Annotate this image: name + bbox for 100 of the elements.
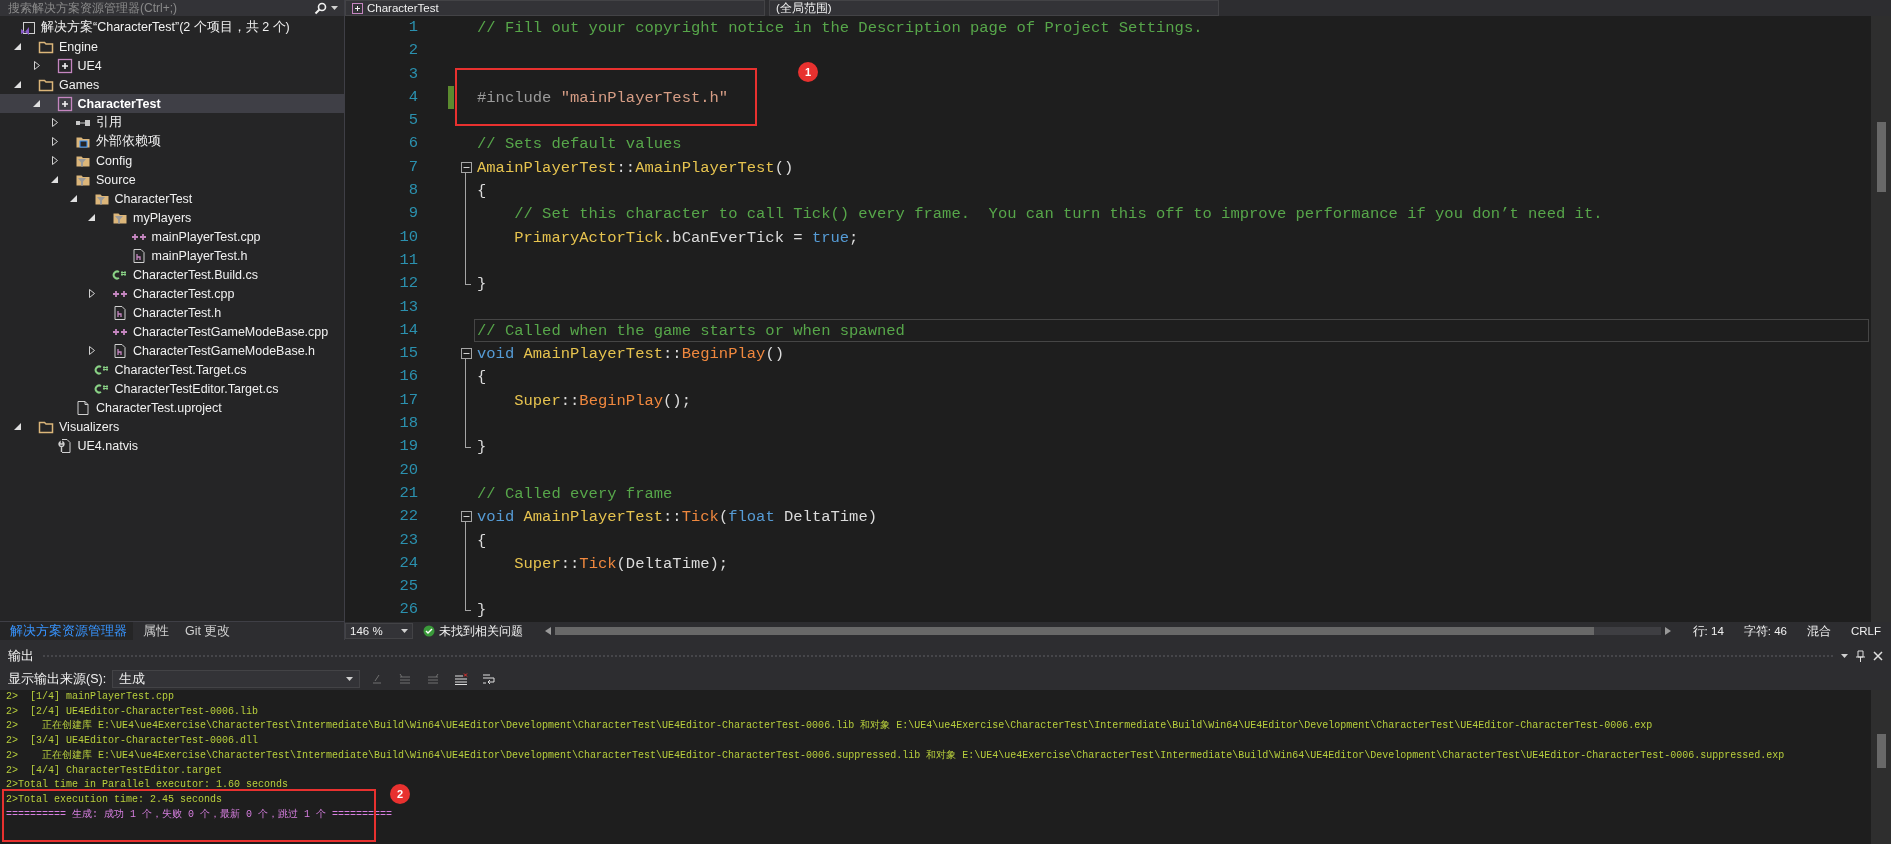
tree-item[interactable]: Source (0, 170, 344, 189)
panel-tab[interactable]: Git 更改 (175, 622, 237, 640)
tree-item[interactable]: CharacterTest.Build.cs (0, 265, 344, 284)
close-icon[interactable] (1873, 651, 1883, 661)
scrollbar[interactable] (1871, 690, 1891, 844)
code-line: { (476, 367, 488, 389)
code-line: } (476, 600, 488, 622)
code-line: AmainPlayerTest::AmainPlayerTest() (476, 157, 795, 179)
dropdown-caret-icon (346, 677, 354, 681)
code-line: #include "mainPlayerTest.h" (476, 87, 730, 109)
scroll-right-icon[interactable] (1664, 627, 1671, 635)
line-number: 11 (398, 249, 418, 271)
output-line: 2> [3/4] UE4Editor-CharacterTest-0006.dll (6, 734, 259, 749)
tree-item[interactable]: CharacterTestGameModeBase.h (0, 341, 344, 360)
line-number: 1 (407, 17, 418, 38)
line-indicator: 行: 14 (1691, 623, 1725, 639)
output-line: 2> 正在创建库 E:\UE4\ue4Exercise\CharacterTest\Intermediate\Build\Win64\UE4Editor\Development\CharacterTest\UE4Editor-CharacterTest-0006.suppressed.lib 和对象 E:\UE4\ue4Exercise\CharacterTest\Intermediate\Build\Win64\UE4Editor\Development\CharacterTest\UE4Editor-CharacterTest-0006.suppressed.exp (6, 748, 1785, 763)
code-line: } (476, 437, 488, 459)
navigation-dropdown[interactable]: (全局范围) (769, 0, 1219, 16)
tree-item[interactable]: CharacterTest.Target.cs (0, 360, 344, 379)
code-line: Super::Tick(DeltaTime); (513, 553, 730, 575)
line-number: 3 (407, 63, 418, 85)
number-badge: 1 (798, 62, 818, 82)
tree-item[interactable]: Visualizers (0, 417, 344, 436)
tree-item[interactable]: CharacterTest.uproject (0, 398, 344, 417)
code-line: { (476, 530, 488, 552)
collapsed-arrow-icon[interactable] (32, 61, 41, 70)
output-line: 2> [2/4] UE4Editor-CharacterTest-0006.lib (6, 704, 259, 719)
output-line: 2> 正在创建库 E:\UE4\ue4Exercise\CharacterTest\Intermediate\Build\Win64\UE4Editor\Development\CharacterTest\UE4Editor-CharacterTest-0006.lib 和对象 E:\UE4\ue4Exercise\CharacterTest\Intermediate\Build\Win64\UE4Editor\Development\CharacterTest\UE4Editor-CharacterTest-0006.exp (6, 719, 1653, 734)
tree-item[interactable]: mainPlayerTest.h (0, 246, 344, 265)
tree-item[interactable]: CharacterTestEditor.Target.cs (0, 379, 344, 398)
panel-tab[interactable]: 属性 (133, 622, 175, 640)
tree-item[interactable]: Engine (0, 37, 344, 56)
code-line: // Sets default values (476, 134, 683, 156)
line-number: 7 (407, 156, 418, 178)
output-line: 2>Total time in Parallel executor: 1.60 seconds (6, 778, 289, 793)
zoom-dropdown[interactable]: 146 % (345, 623, 413, 639)
tree-item[interactable]: 引用 (0, 113, 344, 132)
tree-item[interactable]: UE4 (0, 56, 344, 75)
line-number: 12 (398, 273, 418, 295)
search-icon[interactable] (314, 1, 327, 15)
tree-item[interactable]: mainPlayerTest.cpp (0, 227, 344, 246)
output-line: 2>Total execution time: 2.45 seconds (6, 792, 223, 807)
menu-caret-icon (1841, 654, 1848, 658)
expanded-arrow-icon[interactable] (88, 213, 96, 222)
tree-item[interactable]: CharacterTest.cpp (0, 284, 344, 303)
tree-item[interactable]: 外部依赖项 (0, 132, 344, 151)
scroll-left-icon[interactable] (545, 627, 551, 635)
expanded-arrow-icon[interactable] (69, 194, 78, 203)
tree-item[interactable]: CharacterTest (0, 94, 344, 113)
collapse-icon[interactable] (460, 511, 472, 523)
solution-icon (20, 19, 36, 36)
expanded-arrow-icon[interactable] (14, 42, 22, 51)
tree-item[interactable]: UE4.natvis (0, 436, 344, 455)
search-field[interactable]: 搜索解决方案资源管理器(Ctrl+;) (0, 0, 344, 16)
tree-item[interactable]: Games (0, 75, 344, 94)
code-line: { (476, 181, 488, 203)
tree-item[interactable]: CharacterTest.h (0, 303, 344, 322)
line-number: 4 (407, 86, 418, 108)
wrench-file-icon (56, 437, 73, 454)
column-indicator: 字符: 46 (1742, 623, 1788, 639)
expanded-arrow-icon[interactable] (14, 422, 22, 431)
collapse-icon[interactable] (460, 348, 472, 360)
line-number: 14 (398, 319, 418, 341)
tree-item[interactable]: CharacterTest (0, 189, 344, 208)
line-number: 23 (398, 529, 418, 551)
line-number: 16 (398, 366, 418, 388)
line-number: 9 (407, 203, 418, 225)
expanded-arrow-icon[interactable] (14, 80, 22, 89)
horizontal-scrollbar[interactable] (555, 627, 1661, 635)
file-icon (75, 399, 91, 416)
expanded-arrow-icon[interactable] (51, 175, 59, 184)
line-number: 2 (407, 40, 418, 62)
tree-item[interactable]: 解决方案“CharacterTest”(2 个项目，共 2 个) (0, 18, 344, 37)
panel-tab[interactable]: 解决方案资源管理器 (0, 622, 133, 640)
output-line: 2> [1/4] mainPlayerTest.cpp (6, 690, 175, 704)
tree-item[interactable]: Config (0, 151, 344, 170)
collapsed-arrow-icon[interactable] (88, 346, 96, 355)
line-number: 5 (407, 110, 418, 132)
code-line: PrimaryActorTick.bCanEverTick = true; (513, 227, 860, 249)
collapsed-arrow-icon[interactable] (51, 156, 59, 165)
line-number: 6 (407, 133, 418, 155)
output-line: 2> [4/4] CharacterTestEditor.target (6, 763, 223, 778)
code-line: } (476, 274, 488, 296)
dropdown-caret-icon (331, 6, 338, 10)
line-number: 24 (398, 552, 418, 574)
pin-icon[interactable] (1856, 650, 1865, 662)
source-dropdown[interactable]: 生成 (112, 670, 361, 688)
collapsed-arrow-icon[interactable] (88, 289, 96, 298)
project-icon (56, 95, 73, 112)
tree-item[interactable]: myPlayers (0, 208, 344, 227)
expanded-arrow-icon[interactable] (32, 99, 41, 108)
project-icon (56, 57, 73, 74)
collapse-icon[interactable] (460, 161, 472, 173)
collapsed-arrow-icon[interactable] (51, 118, 59, 127)
tree-item[interactable]: CharacterTestGameModeBase.cpp (0, 322, 344, 341)
issues-status[interactable]: 未找到相关问题 (413, 623, 533, 639)
navigation-dropdown[interactable]: CharacterTest (345, 0, 765, 16)
collapsed-arrow-icon[interactable] (51, 137, 59, 146)
mode-indicator: 混合 (1805, 623, 1832, 639)
